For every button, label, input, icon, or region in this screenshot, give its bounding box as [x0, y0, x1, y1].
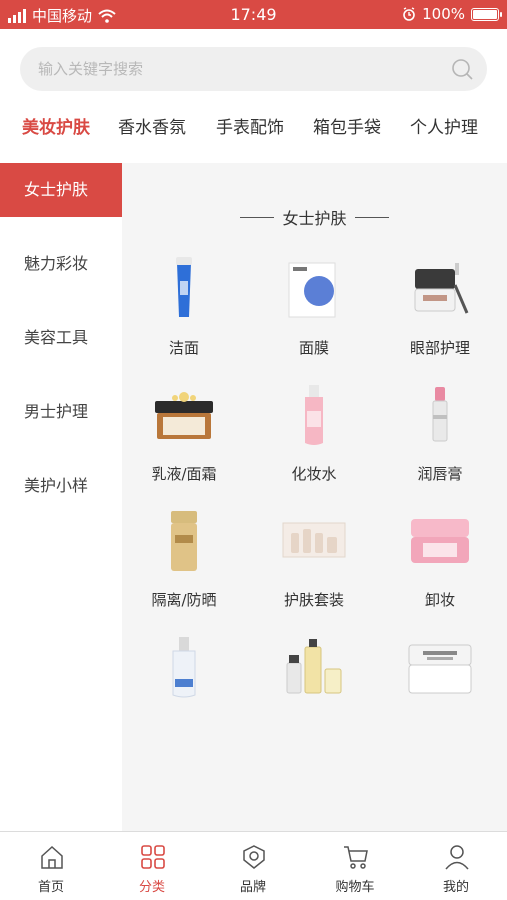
nav-cart[interactable]: 购物车 [305, 832, 405, 900]
category-lotion-cream[interactable]: 乳液/面霜 [124, 381, 244, 501]
category-eye-care[interactable]: 眼部护理 [380, 255, 500, 375]
search-bar[interactable] [20, 47, 487, 91]
shopping-cart-icon [344, 846, 368, 869]
cream-jar-icon [155, 392, 213, 439]
nav-profile[interactable]: 我的 [406, 832, 506, 900]
status-bar: 中国移动 17:49 100% [0, 0, 507, 29]
nav-brand-label: 品牌 [239, 880, 266, 895]
eye-cream-jar-icon [414, 263, 469, 314]
category-face-mask[interactable]: 面膜 [254, 255, 374, 375]
sidebar-item-womens-skincare[interactable]: 女士护肤 [0, 163, 122, 217]
category-sunscreen[interactable]: 隔离/防晒 [124, 507, 244, 627]
category-label: 眼部护理 [409, 339, 470, 357]
category-grid-icon [141, 845, 165, 869]
category-label: 护肤套装 [283, 591, 344, 609]
serum-bottle-icon [172, 637, 196, 698]
category-content: 女士护肤 洁面 面膜 眼部护理 乳液/面霜 化妆水 润唇膏 隔离/防晒 护肤套装… [122, 163, 507, 831]
user-profile-icon [445, 845, 469, 870]
section-title-text: 女士护肤 [282, 209, 347, 228]
category-label: 洁面 [168, 339, 199, 357]
nav-brand[interactable]: 品牌 [203, 832, 303, 900]
category-lip-balm[interactable]: 润唇膏 [380, 381, 500, 501]
category-label: 化妆水 [291, 465, 337, 483]
category-skincare-set[interactable]: 护肤套装 [254, 507, 374, 627]
tab-personal-care[interactable]: 个人护理 [410, 108, 478, 148]
sidebar-item-beauty-tools[interactable]: 美容工具 [0, 311, 122, 365]
cleanser-tube-icon [176, 257, 192, 317]
sidebar-item-makeup[interactable]: 魅力彩妆 [0, 237, 122, 291]
battery-icon [471, 7, 502, 21]
category-makeup-remover[interactable]: 卸妆 [380, 507, 500, 627]
category-toner[interactable]: 化妆水 [254, 381, 374, 501]
sidebar: 女士护肤 魅力彩妆 美容工具 男士护理 美护小样 [0, 163, 122, 831]
status-right: 100% [402, 5, 502, 23]
home-icon [41, 845, 63, 869]
title-divider-right [354, 216, 389, 218]
bottom-nav: 首页 分类 品牌 购物车 我的 [0, 831, 507, 900]
search-input[interactable] [20, 47, 487, 91]
category-label: 隔离/防晒 [151, 591, 217, 609]
top-category-tabs: 美妆护肤 香水香氛 手表配饰 箱包手袋 个人护理 [0, 108, 507, 148]
nav-profile-label: 我的 [442, 880, 469, 895]
category-bottles-set[interactable] [254, 633, 374, 753]
makeup-remover-jar-icon [411, 519, 469, 563]
section-title: 女士护肤 [122, 205, 507, 229]
brand-badge-icon [243, 845, 265, 869]
category-label: 卸妆 [424, 591, 455, 609]
category-face-cream[interactable] [380, 633, 500, 753]
sidebar-item-mens-care[interactable]: 男士护理 [0, 385, 122, 439]
nav-category-label: 分类 [138, 880, 165, 895]
nav-cart-label: 购物车 [335, 880, 375, 895]
sunscreen-bottle-icon [171, 511, 197, 571]
sidebar-item-samples[interactable]: 美护小样 [0, 459, 122, 513]
category-cleanser[interactable]: 洁面 [124, 255, 244, 375]
category-label: 乳液/面霜 [151, 465, 217, 483]
toner-bottle-icon [305, 385, 323, 445]
nav-home[interactable]: 首页 [1, 832, 101, 900]
search-icon[interactable] [451, 58, 473, 80]
tab-beauty-skincare[interactable]: 美妆护肤 [22, 108, 90, 148]
category-serum[interactable] [124, 633, 244, 753]
tab-perfume[interactable]: 香水香氛 [118, 108, 186, 148]
skincare-set-icon [282, 522, 346, 558]
nav-home-label: 首页 [37, 880, 64, 895]
tab-watches-accessories[interactable]: 手表配饰 [216, 108, 284, 148]
lip-balm-icon [432, 387, 448, 442]
category-label: 面膜 [298, 339, 329, 357]
face-mask-icon [288, 262, 336, 318]
battery-percent: 100% [422, 5, 465, 23]
alarm-icon [403, 7, 415, 21]
nav-category[interactable]: 分类 [102, 832, 202, 900]
title-divider-left [240, 216, 275, 218]
skincare-bottles-set-icon [286, 639, 342, 694]
category-label: 润唇膏 [417, 465, 463, 483]
face-cream-jar-icon [408, 644, 472, 694]
tab-bags[interactable]: 箱包手袋 [313, 108, 381, 148]
